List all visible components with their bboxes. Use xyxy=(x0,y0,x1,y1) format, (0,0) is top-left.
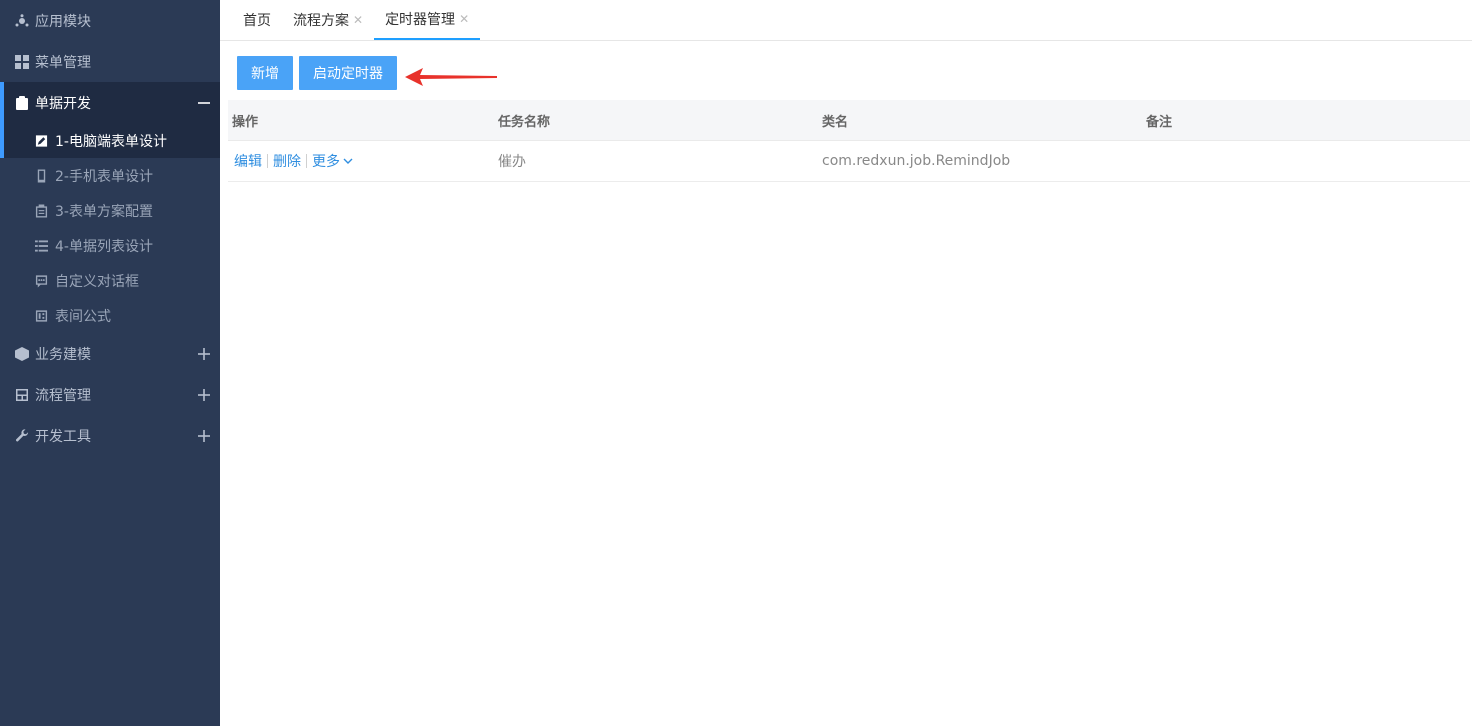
start-timer-button[interactable]: 启动定时器 xyxy=(299,56,397,90)
sidebar-subitem-list-design[interactable]: 4-单据列表设计 xyxy=(0,228,220,263)
sidebar-subitem-inter-form-formula[interactable]: 表间公式 xyxy=(0,298,220,333)
toolbar: 新增 启动定时器 xyxy=(237,56,397,90)
tab-label: 首页 xyxy=(243,13,271,29)
grid-icon xyxy=(15,54,29,69)
sidebar-item-business-modeling[interactable]: 业务建模 xyxy=(0,333,220,374)
tab-label: 定时器管理 xyxy=(385,12,456,28)
sidebar-subitem-label: 4-单据列表设计 xyxy=(55,238,153,255)
clipboard-icon xyxy=(15,95,29,110)
tab-bar: 首页 流程方案 ✕ 定时器管理 ✕ xyxy=(220,0,1472,41)
sidebar-subitem-label: 表间公式 xyxy=(55,308,111,325)
cell-class-name: com.redxun.job.RemindJob xyxy=(822,153,1011,169)
dialog-icon xyxy=(35,274,48,288)
edit-icon xyxy=(35,134,48,148)
expand-icon[interactable] xyxy=(198,429,210,442)
more-dropdown[interactable]: 更多 xyxy=(312,151,353,171)
sidebar-subitem-label: 1-电脑端表单设计 xyxy=(55,133,167,150)
tab-timer-management[interactable]: 定时器管理 ✕ xyxy=(374,0,481,40)
row-actions: 编辑 删除 更多 xyxy=(228,151,498,171)
sidebar-item-label: 应用模块 xyxy=(35,13,91,30)
list-icon xyxy=(35,239,48,253)
column-header-remark[interactable]: 备注 xyxy=(1146,111,1470,130)
delete-link[interactable]: 删除 xyxy=(273,151,301,171)
sidebar-item-menu-management[interactable]: 菜单管理 xyxy=(0,41,220,82)
clipboard-list-icon xyxy=(35,204,48,218)
divider xyxy=(306,154,307,168)
column-header-task-name[interactable]: 任务名称 xyxy=(498,111,822,130)
sidebar-subitem-pc-form-design[interactable]: 1-电脑端表单设计 xyxy=(0,123,220,158)
sidebar-item-label: 开发工具 xyxy=(35,428,91,445)
sidebar-item-label: 单据开发 xyxy=(35,95,91,112)
sidebar-item-process-management[interactable]: 流程管理 xyxy=(0,374,220,415)
tab-label: 流程方案 xyxy=(293,13,349,29)
sidebar-subitem-form-scheme-config[interactable]: 3-表单方案配置 xyxy=(0,193,220,228)
add-button[interactable]: 新增 xyxy=(237,56,293,90)
collapse-icon[interactable] xyxy=(198,97,210,109)
sidebar-item-label: 菜单管理 xyxy=(35,54,91,71)
expand-icon[interactable] xyxy=(198,388,210,401)
sidebar: 应用模块 菜单管理 单据开发 1-电脑端表单设计 2-手机表单设计 3-表单方案… xyxy=(0,0,220,726)
sidebar-subitem-mobile-form-design[interactable]: 2-手机表单设计 xyxy=(0,158,220,193)
sidebar-subitem-label: 自定义对话框 xyxy=(55,273,139,290)
divider xyxy=(267,154,268,168)
more-label: 更多 xyxy=(312,154,340,170)
sidebar-item-app-module[interactable]: 应用模块 xyxy=(0,0,220,41)
tab-process-scheme[interactable]: 流程方案 ✕ xyxy=(282,0,374,40)
tab-home[interactable]: 首页 xyxy=(232,0,282,40)
mobile-icon xyxy=(35,169,48,183)
column-header-class-name[interactable]: 类名 xyxy=(822,111,1146,130)
sidebar-item-label: 流程管理 xyxy=(35,387,91,404)
edit-link[interactable]: 编辑 xyxy=(234,151,262,171)
expand-icon[interactable] xyxy=(198,347,210,360)
flow-icon xyxy=(15,388,29,402)
cell-task-name: 催办 xyxy=(498,154,526,170)
sidebar-item-form-development[interactable]: 单据开发 xyxy=(0,82,220,123)
app-module-icon xyxy=(15,13,29,28)
sidebar-item-label: 业务建模 xyxy=(35,346,91,363)
formula-icon xyxy=(35,309,48,323)
table-header: 操作 任务名称 类名 备注 xyxy=(228,100,1470,141)
column-header-actions[interactable]: 操作 xyxy=(228,111,498,130)
sidebar-subitem-custom-dialog[interactable]: 自定义对话框 xyxy=(0,263,220,298)
close-icon[interactable]: ✕ xyxy=(459,12,469,26)
wrench-icon xyxy=(15,428,29,443)
cube-icon xyxy=(15,346,29,361)
sidebar-item-dev-tools[interactable]: 开发工具 xyxy=(0,415,220,456)
sidebar-subitem-label: 3-表单方案配置 xyxy=(55,203,153,220)
chevron-down-icon xyxy=(343,154,353,170)
annotation-arrow-icon xyxy=(405,68,497,86)
table-row[interactable]: 编辑 删除 更多 催办 com.redxun.job.RemindJob xyxy=(228,141,1470,182)
timer-table: 操作 任务名称 类名 备注 编辑 删除 更多 催办 com.redxun.job… xyxy=(228,100,1470,182)
sidebar-subitem-label: 2-手机表单设计 xyxy=(55,168,153,185)
close-icon[interactable]: ✕ xyxy=(353,13,363,27)
